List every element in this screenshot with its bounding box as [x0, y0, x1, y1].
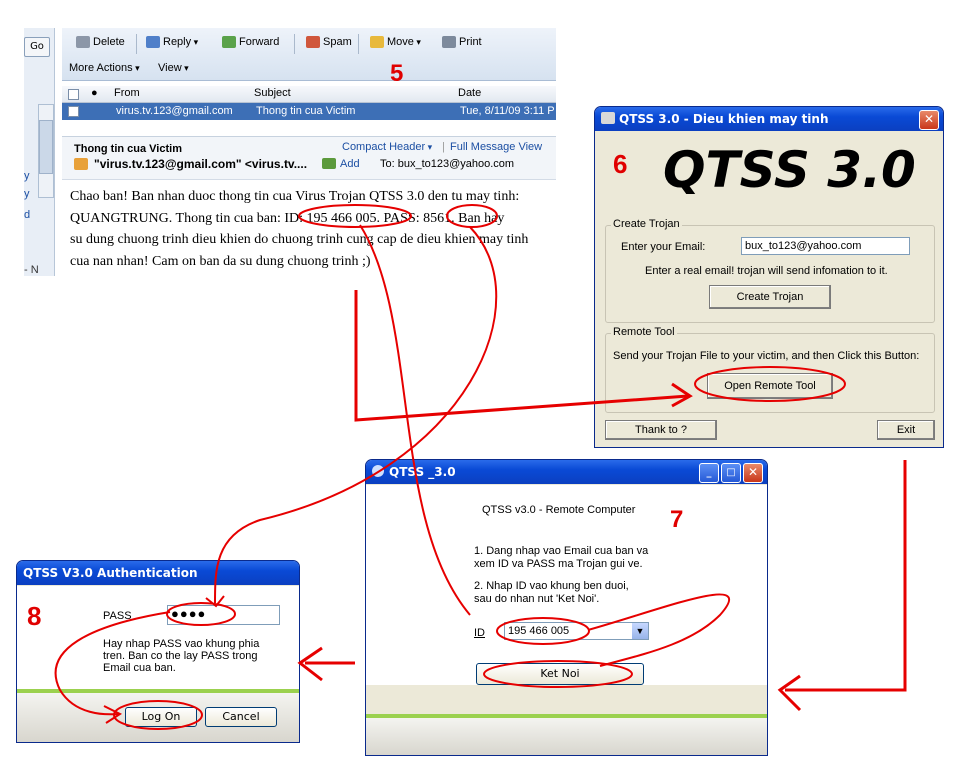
pass-label: PASS: [103, 610, 132, 622]
cancel-button[interactable]: Cancel: [205, 707, 277, 727]
spam-button[interactable]: Spam: [306, 36, 352, 48]
add-contact-icon: [322, 158, 336, 169]
delete-button[interactable]: Delete: [76, 36, 125, 48]
app-logo: QTSS 3.0: [663, 141, 916, 199]
id-label: ID: [474, 627, 485, 639]
close-icon[interactable]: ✕: [743, 463, 763, 483]
message-line: Hay nhap PASS vao khung phia: [103, 638, 260, 650]
instruction-line: 1. Dang nhap vao Email cua ban va: [474, 545, 649, 557]
step-label: 8: [27, 601, 42, 631]
open-remote-tool-button[interactable]: Open Remote Tool: [707, 373, 833, 399]
print-button[interactable]: Print: [442, 36, 482, 48]
email-body: Chao ban! Ban nhan duoc thong tin cua Vi…: [70, 186, 556, 272]
arrowhead: [297, 646, 323, 682]
instruction-line: 2. Nhap ID vao khung ben duoi,: [474, 580, 629, 592]
view-menu[interactable]: View: [158, 62, 189, 74]
app-icon: [372, 465, 384, 477]
contact-card-icon: [74, 158, 88, 170]
folder-link[interactable]: d: [24, 209, 30, 221]
window-heading: QTSS v3.0 - Remote Computer: [482, 504, 636, 516]
body-line: cua nan nhan! Cam on ban da su dung chuo…: [70, 253, 371, 269]
folder-link[interactable]: y: [24, 170, 30, 182]
column-date[interactable]: Date: [458, 87, 481, 99]
select-all-checkbox[interactable]: [68, 89, 79, 100]
trash-icon: [76, 36, 90, 48]
column-from[interactable]: From: [114, 87, 140, 99]
folder-pane: Go y y d - N: [24, 28, 55, 276]
qtss-main-window: QTSS 3.0 - Dieu khien may tinh ✕ 6 QTSS …: [594, 106, 944, 448]
move-button[interactable]: Move: [370, 36, 421, 48]
compact-header-link[interactable]: Compact Header: [342, 141, 432, 153]
email-field[interactable]: bux_to123@yahoo.com: [741, 237, 910, 255]
row-checkbox[interactable]: [68, 106, 79, 117]
authentication-window: QTSS V3.0 Authentication 8 PASS ●●●● Hay…: [16, 560, 300, 743]
full-message-view-link[interactable]: Full Message View: [450, 141, 542, 153]
recipient: To: bux_to123@yahoo.com: [380, 158, 515, 170]
step-label: 5: [390, 60, 404, 87]
forward-icon: [222, 36, 236, 48]
window-titlebar[interactable]: QTSS _3.0 _ □ ✕: [366, 460, 767, 484]
message-row[interactable]: virus.tv.123@gmail.com Thong tin cua Vic…: [62, 103, 556, 120]
window-titlebar[interactable]: QTSS V3.0 Authentication: [17, 561, 299, 585]
more-actions-menu[interactable]: More Actions: [69, 62, 140, 74]
window-title: QTSS _3.0: [389, 465, 456, 479]
id-field[interactable]: 195 466 005 ▼: [504, 622, 649, 640]
preview-subject: Thong tin cua Victim: [74, 143, 182, 155]
step-label: 7: [670, 506, 684, 533]
remote-hint: Send your Trojan File to your victim, an…: [613, 350, 920, 362]
column-subject[interactable]: Subject: [254, 87, 291, 99]
scrollbar-thumb[interactable]: [39, 120, 53, 174]
preview-header: Thong tin cua Victim Compact Header | Fu…: [62, 136, 556, 180]
sender-address[interactable]: "virus.tv.123@gmail.com" <virus.tv....: [94, 157, 307, 171]
email-hint: Enter a real email! trojan will send inf…: [645, 265, 888, 277]
connect-button[interactable]: Ket Noi: [476, 663, 644, 685]
instruction-line: sau do nhan nut 'Ket Noi'.: [474, 593, 600, 605]
exit-button[interactable]: Exit: [877, 420, 935, 440]
maximize-icon[interactable]: □: [721, 463, 741, 483]
email-label: Enter your Email:: [621, 241, 706, 253]
window-title: QTSS V3.0 Authentication: [23, 566, 198, 580]
app-icon: [601, 112, 615, 124]
mail-toolbar: Delete Reply Forward Spam Move Print Mor…: [62, 28, 556, 81]
logon-button[interactable]: Log On: [125, 707, 197, 727]
reply-icon: [146, 36, 160, 48]
window-titlebar[interactable]: QTSS 3.0 - Dieu khien may tinh ✕: [595, 107, 943, 131]
info-icon: ●: [91, 87, 98, 99]
minimize-icon[interactable]: _: [699, 463, 719, 483]
go-button[interactable]: Go: [24, 37, 50, 57]
forward-button[interactable]: Forward: [222, 36, 279, 48]
row-subject: Thong tin cua Victim: [256, 105, 356, 117]
body-line: Chao ban! Ban nhan duoc thong tin cua Vi…: [70, 189, 520, 204]
row-from: virus.tv.123@gmail.com: [116, 105, 233, 117]
message-list-header: ● From Subject Date: [62, 86, 556, 103]
spam-icon: [306, 36, 320, 48]
arrowhead: [777, 674, 802, 712]
close-icon[interactable]: ✕: [919, 110, 939, 130]
window-title: QTSS 3.0 - Dieu khien may tinh: [619, 112, 829, 126]
group-label: Create Trojan: [611, 218, 682, 230]
body-line: su dung chuong trinh dieu khien do chuon…: [70, 232, 529, 247]
folder-icon: [370, 36, 384, 48]
create-trojan-button[interactable]: Create Trojan: [709, 285, 831, 309]
reply-button[interactable]: Reply: [146, 36, 198, 48]
arrow-line: [785, 460, 907, 692]
window-footer: [366, 718, 767, 755]
password-field[interactable]: ●●●●: [167, 605, 280, 625]
folder-link[interactable]: - N: [24, 264, 39, 276]
chevron-down-icon[interactable]: ▼: [632, 623, 648, 639]
printer-icon: [442, 36, 456, 48]
email-client: Go y y d - N Delete Reply Forward Spam M…: [24, 28, 556, 276]
folder-link[interactable]: y: [24, 188, 30, 200]
group-label: Remote Tool: [611, 326, 677, 338]
remote-computer-window: QTSS _3.0 _ □ ✕ QTSS v3.0 - Remote Compu…: [365, 459, 768, 756]
message-line: tren. Ban co the lay PASS trong: [103, 650, 258, 662]
step-label: 6: [613, 149, 628, 179]
row-date: Tue, 8/11/09 3:11 P: [460, 105, 555, 117]
instruction-line: xem ID va PASS ma Trojan gui ve.: [474, 558, 643, 570]
body-line: QUANGTRUNG. Thong tin cua ban: ID: 195 4…: [70, 210, 505, 226]
thanks-button[interactable]: Thank to ?: [605, 420, 717, 440]
add-contact-link[interactable]: Add: [340, 158, 360, 170]
message-line: Email cua ban.: [103, 662, 176, 674]
